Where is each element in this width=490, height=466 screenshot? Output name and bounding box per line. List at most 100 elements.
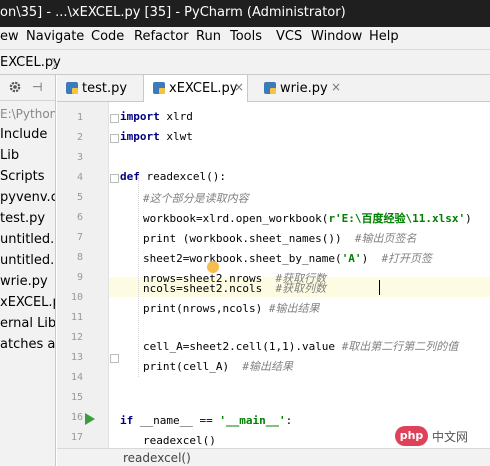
- comment: #输出页签名: [354, 232, 417, 245]
- tree-item-scratches[interactable]: atches and: [0, 337, 55, 352]
- code-text: ): [465, 212, 472, 225]
- tree-item-wrie[interactable]: wrie.py: [0, 274, 48, 289]
- code-line-6: workbook=xlrd.open_workbook(r'E:\百度经验\11…: [143, 210, 472, 226]
- python-file-icon: [264, 82, 276, 94]
- code-line-14: print(cell_A) #输出结果: [143, 358, 293, 374]
- tree-item-scripts[interactable]: Scripts: [0, 169, 44, 184]
- tree-item-lib[interactable]: Lib: [0, 148, 19, 163]
- title-bar: on\35] - ...\xEXCEL.py [35] - PyCharm (A…: [0, 0, 490, 27]
- code-editor[interactable]: 1 2 3 4 5 6 7 8 9 10 11 12 13 14 15 16 1…: [57, 102, 490, 466]
- python-file-icon: [66, 82, 78, 94]
- code-text: workbook=xlrd.open_workbook(: [143, 212, 329, 225]
- text-caret: [379, 280, 380, 295]
- code-text: print (workbook.sheet_names()): [143, 232, 355, 245]
- code-line-7: print (workbook.sheet_names()) #输出页签名: [143, 230, 417, 246]
- tab-wrie-py[interactable]: wrie.py ×: [255, 75, 345, 102]
- collapse-icon[interactable]: ⊣: [32, 80, 42, 94]
- line-number: 11: [70, 312, 83, 323]
- code-text: :: [285, 414, 293, 427]
- string-literal: r'E:\百度经验\11.xlsx': [328, 212, 466, 225]
- line-number: 12: [70, 332, 83, 343]
- menu-tools[interactable]: Tools: [230, 29, 262, 44]
- fold-icon[interactable]: [110, 354, 119, 363]
- code-text: __name__ ==: [133, 414, 220, 427]
- menu-window[interactable]: Window: [311, 29, 362, 44]
- tree-item-project-root[interactable]: E:\PythonV: [0, 107, 55, 121]
- line-number: 2: [76, 132, 83, 143]
- tree-item-untitled-ui[interactable]: untitled.ui: [0, 253, 55, 268]
- comment: #获取列数: [275, 282, 327, 295]
- code-text: ): [361, 252, 382, 265]
- menu-run[interactable]: Run: [196, 29, 221, 44]
- string-literal: '__main__': [219, 414, 286, 427]
- tree-item-test[interactable]: test.py: [0, 211, 45, 226]
- tree-item-xexcel[interactable]: xEXCEL.py: [0, 295, 55, 310]
- keyword: if: [120, 414, 134, 427]
- line-number: 5: [76, 192, 83, 203]
- php-logo: php: [395, 426, 428, 446]
- code-text: readexcel():: [139, 170, 226, 183]
- code-text: readexcel(): [143, 434, 216, 447]
- navigation-bar: EXCEL.py 〉: [0, 49, 490, 75]
- comment: #这个部分是读取内容: [143, 192, 249, 205]
- line-number: 9: [76, 272, 83, 283]
- tree-item-include[interactable]: Include: [0, 127, 47, 142]
- menu-code[interactable]: Code: [91, 29, 124, 44]
- run-icon[interactable]: [85, 413, 95, 425]
- code-line-1: import xlrd: [120, 110, 193, 123]
- watermark-text: 中文网: [432, 430, 469, 444]
- code-line-18: readexcel(): [143, 434, 216, 447]
- code-line-10: ncols=sheet2.ncols #获取列数: [143, 280, 326, 296]
- tree-item-external-libraries[interactable]: ernal Libra: [0, 316, 55, 331]
- code-text: xlwt: [159, 130, 193, 143]
- string-literal: 'A': [341, 252, 362, 265]
- fold-icon[interactable]: [110, 114, 119, 123]
- menu-refactor[interactable]: Refactor: [134, 29, 189, 44]
- fold-icon[interactable]: [110, 174, 119, 183]
- tree-item-pyvenv[interactable]: pyvenv.cfg: [0, 190, 55, 205]
- gear-icon[interactable]: [8, 80, 22, 94]
- line-number: 16: [70, 412, 83, 423]
- tab-xexcel-py[interactable]: xEXCEL.py ×: [143, 75, 248, 103]
- code-line-13: cell_A=sheet2.cell(1,1).value #取出第二行第二列的…: [143, 338, 458, 354]
- menu-bar: ew Navigate Code Refactor Run Tools VCS …: [0, 27, 490, 49]
- indent-guide: [138, 177, 139, 377]
- line-number: 7: [76, 232, 83, 243]
- watermark: php 中文网: [395, 424, 483, 450]
- code-line-11: print(nrows,ncols) #输出结果: [143, 300, 319, 316]
- comment: #打开页签: [381, 252, 433, 265]
- code-line-2: import xlwt: [120, 130, 193, 143]
- project-panel: ⊣ E:\PythonV Include Lib Scripts pyvenv.…: [0, 75, 56, 466]
- menu-help[interactable]: Help: [369, 29, 399, 44]
- tab-label: xEXCEL.py: [169, 81, 238, 96]
- tab-label: wrie.py: [280, 81, 328, 96]
- code-line-17: if __name__ == '__main__':: [120, 414, 292, 427]
- line-number: 15: [70, 392, 83, 403]
- line-number: 10: [70, 292, 83, 303]
- code-text: sheet2=workbook.sheet_by_name(: [143, 252, 342, 265]
- tree-item-untitled-py[interactable]: untitled.py: [0, 232, 55, 247]
- code-text: print(cell_A): [143, 360, 243, 373]
- line-number: 8: [76, 252, 83, 263]
- code-text: cell_A=sheet2.cell(1,1).value: [143, 340, 342, 353]
- code-breadcrumb: readexcel(): [57, 448, 490, 466]
- line-number: 13: [70, 352, 83, 363]
- close-icon[interactable]: ×: [331, 80, 341, 94]
- menu-vcs[interactable]: VCS: [276, 29, 302, 44]
- keyword: import: [120, 130, 160, 143]
- fold-icon[interactable]: [110, 134, 119, 143]
- keyword: def: [120, 170, 140, 183]
- comment: #输出结果: [268, 302, 320, 315]
- breadcrumb-separator: 〉: [51, 58, 65, 73]
- tab-label: test.py: [82, 81, 128, 96]
- close-icon[interactable]: ×: [234, 80, 244, 94]
- breadcrumb-function[interactable]: readexcel(): [123, 451, 191, 465]
- comment: #取出第二行第二列的值: [341, 340, 459, 353]
- keyword: import: [120, 110, 160, 123]
- tab-test-py[interactable]: test.py: [57, 75, 143, 102]
- line-number: 17: [70, 432, 83, 443]
- menu-view[interactable]: ew: [0, 29, 19, 44]
- window-title: on\35] - ...\xEXCEL.py [35] - PyCharm (A…: [0, 5, 346, 20]
- mouse-cursor-icon: [207, 261, 219, 273]
- menu-navigate[interactable]: Navigate: [26, 29, 84, 44]
